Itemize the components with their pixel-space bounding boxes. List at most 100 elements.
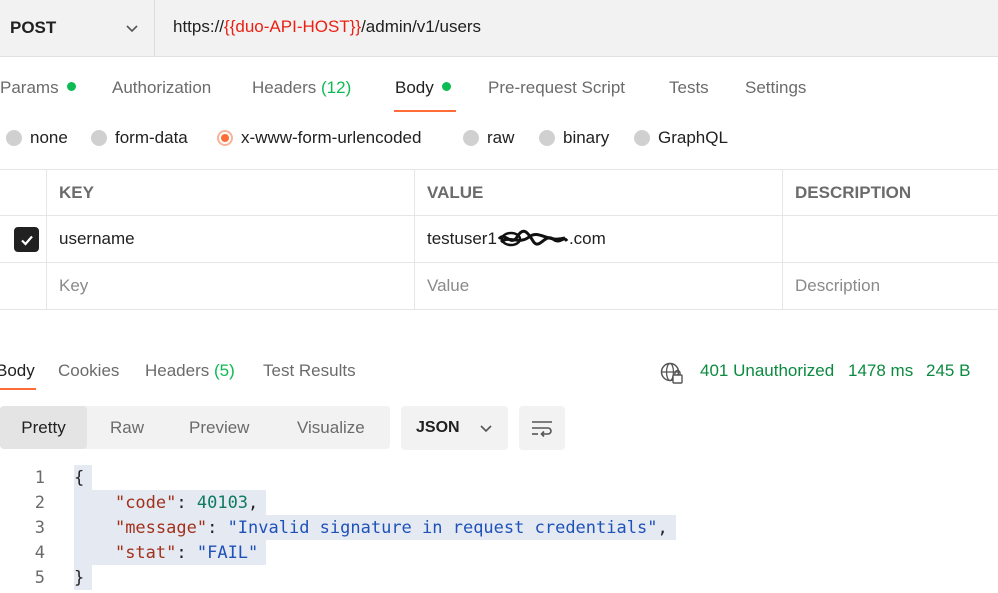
tab-params[interactable]: Params <box>0 78 76 98</box>
view-mode-preview[interactable]: Preview <box>189 406 249 449</box>
view-mode-selector: Pretty Raw Preview Visualize <box>0 406 390 449</box>
code-token: , <box>248 492 259 513</box>
code-line: 2 "code": 40103, <box>0 490 998 515</box>
table-row-empty: Key Value Description <box>0 263 998 310</box>
code-token: "message" <box>114 517 208 538</box>
url-input[interactable]: https://{{duo-API-HOST}}/admin/v1/users <box>173 17 481 37</box>
tab-headers[interactable]: Headers (12) <box>252 78 351 98</box>
code-token: : <box>176 492 197 513</box>
view-mode-pretty[interactable]: Pretty <box>0 406 87 449</box>
radio-circle <box>634 130 650 146</box>
value-prefix: testuser1 <box>427 229 497 248</box>
value-placeholder[interactable]: Value <box>427 263 469 309</box>
tab-label: Body <box>395 78 434 97</box>
table-divider <box>46 169 47 310</box>
wrap-lines-icon <box>532 421 552 438</box>
view-mode-raw[interactable]: Raw <box>110 406 144 449</box>
tab-test-results[interactable]: Test Results <box>263 361 356 381</box>
radio-form-data[interactable]: form-data <box>91 128 188 148</box>
url-prefix: https:// <box>173 17 225 36</box>
line-number: 5 <box>34 568 45 588</box>
description-placeholder[interactable]: Description <box>795 263 880 309</box>
radio-raw[interactable]: raw <box>463 128 514 148</box>
radio-none[interactable]: none <box>6 128 68 148</box>
code-line: 5} <box>0 565 998 590</box>
response-time[interactable]: 1478 ms <box>848 361 913 381</box>
tab-label: Tests <box>669 78 709 97</box>
code-text: "message": "Invalid signature in request… <box>74 515 676 540</box>
table-header-row: KEY VALUE DESCRIPTION <box>0 169 998 216</box>
tab-label: Params <box>0 78 59 97</box>
table-divider <box>782 169 783 310</box>
request-bar: POST https://{{duo-API-HOST}}/admin/v1/u… <box>0 0 998 57</box>
globe-lock-icon[interactable] <box>660 361 684 385</box>
radio-binary[interactable]: binary <box>539 128 609 148</box>
code-token: "code" <box>114 492 177 513</box>
response-tab-underline <box>0 388 36 390</box>
tab-settings[interactable]: Settings <box>745 78 806 98</box>
method-select[interactable]: POST <box>0 0 155 56</box>
headers-count: (12) <box>321 78 352 97</box>
code-token: : <box>176 542 197 563</box>
wrap-lines-button[interactable] <box>519 406 565 450</box>
radio-graphql[interactable]: GraphQL <box>634 128 728 148</box>
radio-label: GraphQL <box>658 128 728 147</box>
tab-response-headers[interactable]: Headers (5) <box>145 361 235 381</box>
radio-label: binary <box>563 128 610 147</box>
radio-x-www-form-urlencoded[interactable]: x-www-form-urlencoded <box>217 128 421 148</box>
code-token: 40103 <box>196 492 249 513</box>
radio-label: none <box>30 128 68 147</box>
format-select[interactable]: JSON <box>401 406 508 450</box>
chevron-down-icon <box>480 425 492 433</box>
code-line: 4 "stat": "FAIL" <box>0 540 998 565</box>
tab-label: Settings <box>745 78 807 97</box>
row-checkbox[interactable] <box>14 227 39 252</box>
table-row: username testuser1 .com <box>0 216 998 263</box>
view-mode-visualize[interactable]: Visualize <box>297 406 365 449</box>
code-token: "Invalid signature in request credential… <box>227 517 658 538</box>
check-icon <box>20 235 33 246</box>
key-placeholder[interactable]: Key <box>59 263 88 309</box>
tab-label: Authorization <box>112 78 212 97</box>
status-code[interactable]: 401 Unauthorized <box>700 361 834 381</box>
row-value[interactable]: testuser1 .com <box>427 216 606 262</box>
radio-label: form-data <box>115 128 188 147</box>
row-key[interactable]: username <box>59 216 135 262</box>
value-suffix: .com <box>568 229 606 248</box>
tab-tests[interactable]: Tests <box>669 78 709 98</box>
tab-label: Headers <box>252 78 317 97</box>
code-text: "code": 40103, <box>74 490 267 515</box>
tab-response-body[interactable]: Body <box>0 361 35 381</box>
response-body-code[interactable]: 1{2 "code": 40103, 3 "message": "Invalid … <box>0 465 998 590</box>
tab-body[interactable]: Body <box>395 78 451 98</box>
radio-circle-selected <box>217 130 233 146</box>
radio-label: x-www-form-urlencoded <box>241 128 422 147</box>
code-token: "FAIL" <box>196 542 259 563</box>
code-line: 3 "message": "Invalid signature in reque… <box>0 515 998 540</box>
radio-circle <box>539 130 555 146</box>
method-label: POST <box>10 18 57 37</box>
code-token: } <box>74 567 85 588</box>
line-number: 4 <box>34 543 45 563</box>
chevron-down-icon <box>126 25 138 33</box>
tab-authorization[interactable]: Authorization <box>112 78 211 98</box>
code-line: 1{ <box>0 465 998 490</box>
code-token: { <box>74 467 85 488</box>
radio-circle <box>6 130 22 146</box>
format-label: JSON <box>416 419 460 436</box>
radio-circle <box>91 130 107 146</box>
radio-circle <box>463 130 479 146</box>
header-key: KEY <box>59 182 94 202</box>
response-size[interactable]: 245 B <box>926 361 970 381</box>
tab-label: Pre-request Script <box>488 78 625 97</box>
header-description: DESCRIPTION <box>795 182 912 202</box>
code-token: : <box>207 517 228 538</box>
line-number: 2 <box>34 493 45 513</box>
params-indicator-dot <box>66 82 76 91</box>
tab-pre-request-script[interactable]: Pre-request Script <box>488 78 625 98</box>
tab-cookies[interactable]: Cookies <box>58 361 119 381</box>
code-token: "stat" <box>114 542 177 563</box>
